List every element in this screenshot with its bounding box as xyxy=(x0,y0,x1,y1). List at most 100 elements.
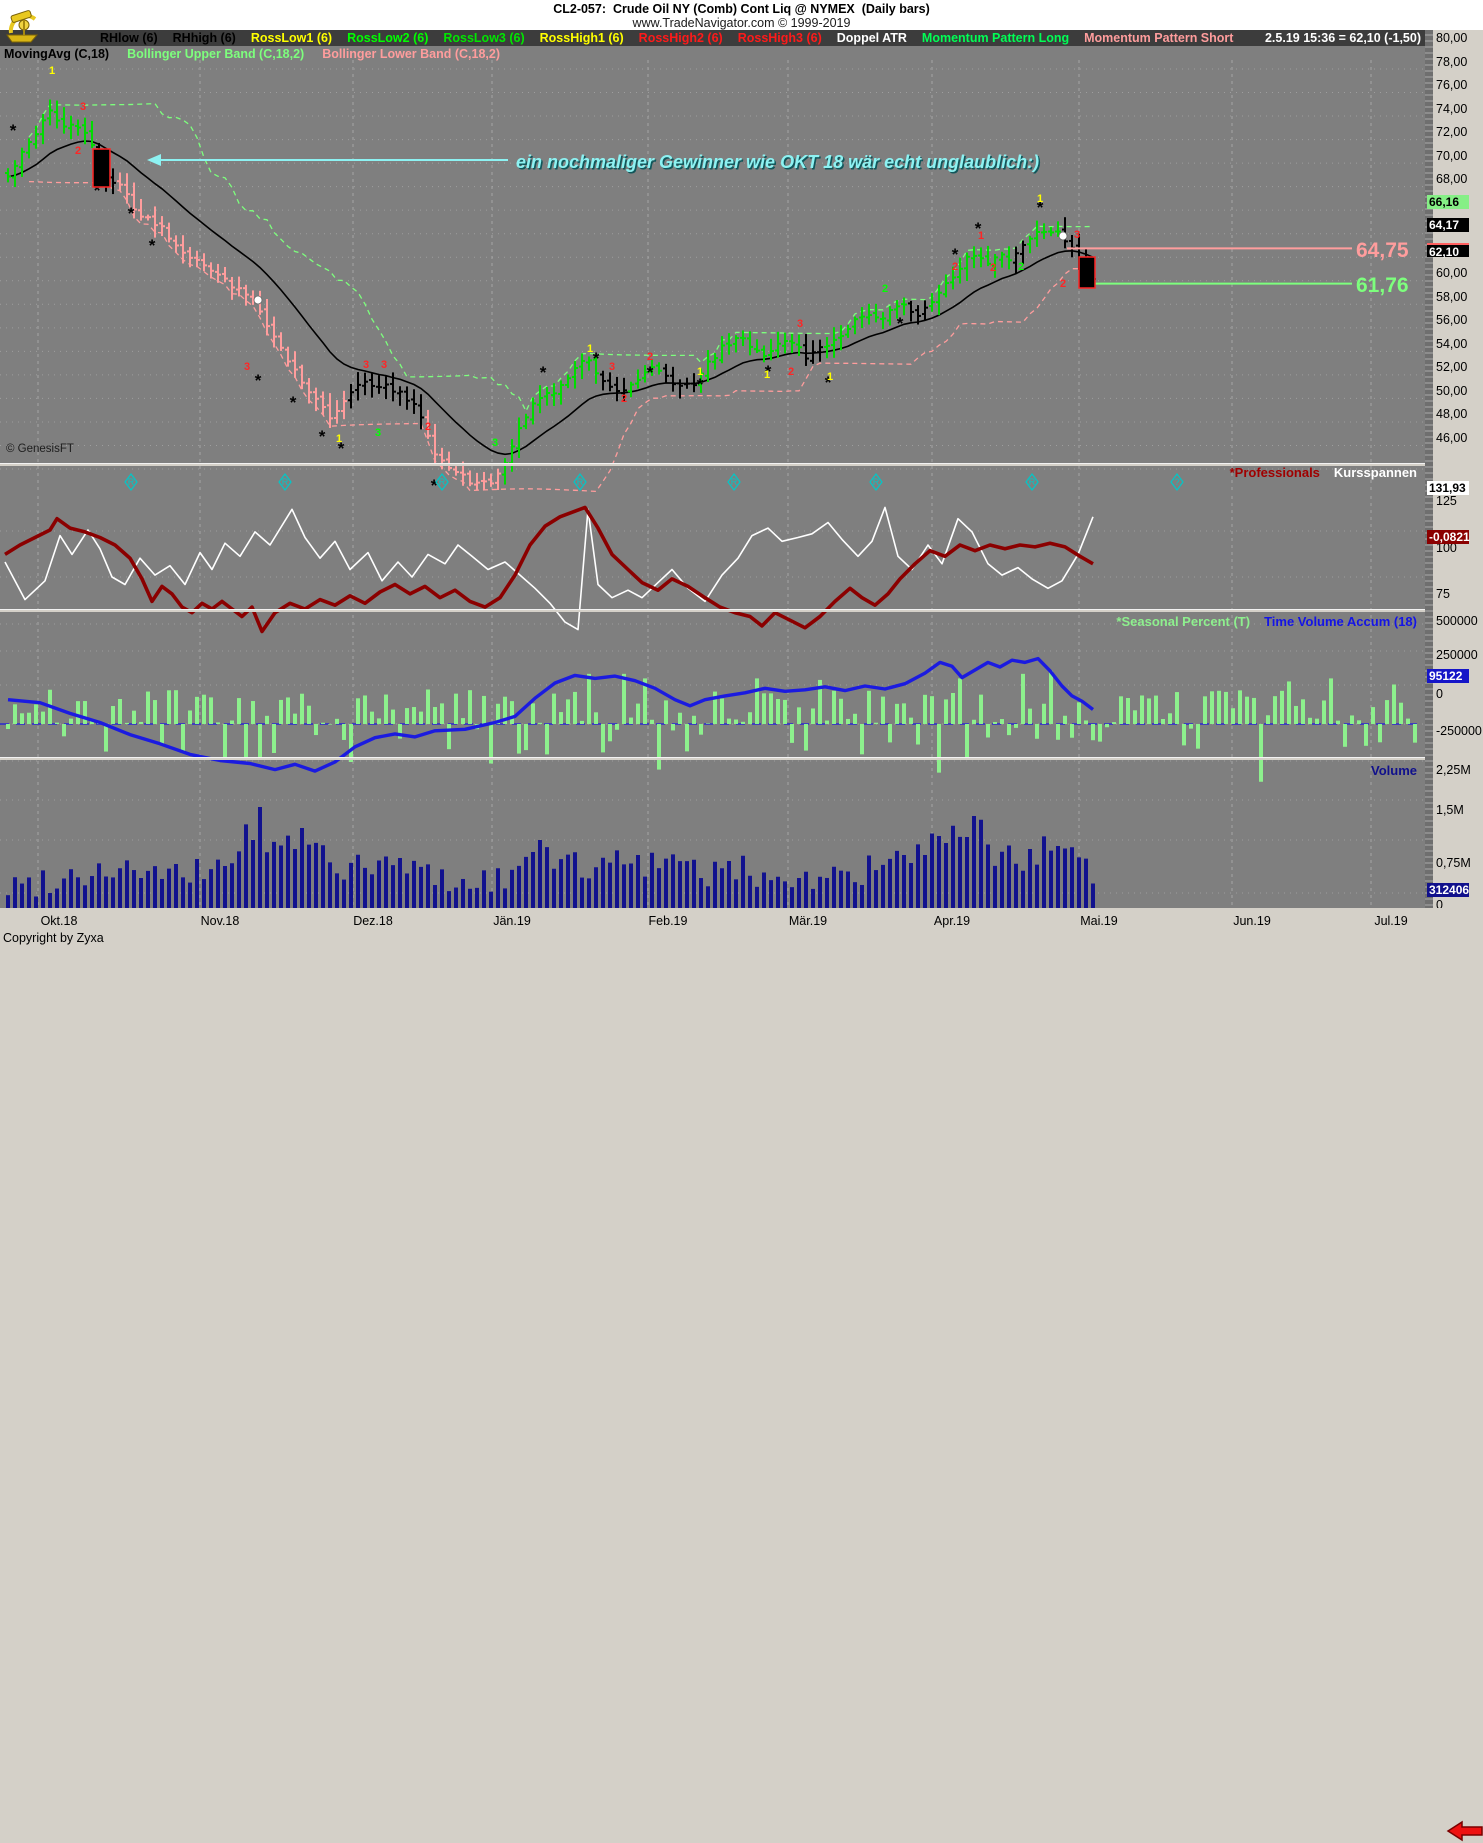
axis-tick-label: 75 xyxy=(1436,587,1450,601)
pattern-number-marker: 2 xyxy=(75,145,81,157)
axis-tick-label: 48,00 xyxy=(1436,407,1468,421)
last-value-badge: 312406 xyxy=(1427,883,1470,897)
axis-tick-label: 2,25M xyxy=(1436,763,1471,777)
pattern-number-marker: 2 xyxy=(990,262,996,274)
asterisk-marker: * xyxy=(149,236,156,255)
chart-area: 64,75 61,76 * * * * * * * * * * * * * * * * * * * 1 3 2 3 1 3 3 3 2 3 1… xyxy=(0,30,1425,938)
indicator-legend-row-2: MovingAvg (C,18) Bollinger Upper Band (C,… xyxy=(4,46,500,62)
legend-item-professionals[interactable]: *Professionals xyxy=(1230,465,1320,480)
legend1-item-10[interactable]: Momentum Pattern Short xyxy=(1084,31,1233,45)
legend1-item-6[interactable]: RossHigh2 (6) xyxy=(639,31,723,45)
pattern-number-marker: 3 xyxy=(363,359,369,371)
legend1-item-1[interactable]: RHhigh (6) xyxy=(173,31,236,45)
legend2-item-1[interactable]: Bollinger Upper Band (C,18,2) xyxy=(127,47,304,61)
axis-tick-label: 0 xyxy=(1436,687,1443,701)
x-axis-label: Jän.19 xyxy=(493,914,531,928)
legend1-item-2[interactable]: RossLow1 (6) xyxy=(251,31,332,45)
asterisk-marker: * xyxy=(255,371,262,390)
logo-icon xyxy=(6,10,39,43)
x-axis-label: Dez.18 xyxy=(353,914,393,928)
pattern-number-marker: 3 xyxy=(381,359,387,371)
axis-tick-label: 500000 xyxy=(1436,614,1478,628)
legend1-item-5[interactable]: RossHigh1 (6) xyxy=(540,31,624,45)
pattern-number-marker: 1 xyxy=(978,230,984,242)
pattern-number-marker: 1 xyxy=(336,433,342,445)
legend2-item-2[interactable]: Bollinger Lower Band (C,18,2) xyxy=(322,47,500,61)
panel3-legend: *Seasonal Percent (T) Time Volume Accum … xyxy=(1116,614,1417,629)
time-axis[interactable]: Copyright by Zyxa Okt.18 Nov.18 Dez.18 Jän.… xyxy=(0,908,1483,1842)
price-axis-tick-strip xyxy=(1425,30,1433,908)
axis-tick-label: 54,00 xyxy=(1436,337,1468,351)
axis-tick-label: 74,00 xyxy=(1436,102,1468,116)
legend-item-seasonal-percent[interactable]: *Seasonal Percent (T) xyxy=(1116,614,1250,629)
last-value-badge: 66,16 xyxy=(1427,195,1469,209)
pattern-number-marker: 3 xyxy=(492,437,498,449)
panel-separator xyxy=(0,757,1425,760)
diamond-marker-icon: R xyxy=(128,477,135,487)
axis-tick-label: 56,00 xyxy=(1436,313,1468,327)
axis-tick-label: 80,00 xyxy=(1436,31,1468,45)
asterisk-marker: * xyxy=(290,393,297,412)
legend-item-time-volume-accum[interactable]: Time Volume Accum (18) xyxy=(1264,614,1417,629)
last-value-badge: 64,17 xyxy=(1427,218,1469,232)
axis-tick-label: 70,00 xyxy=(1436,149,1468,163)
seasonal-panel[interactable] xyxy=(0,642,1425,787)
legend1-item-0[interactable]: RHlow (6) xyxy=(100,31,158,45)
axis-tick-label: 72,00 xyxy=(1436,125,1468,139)
axis-tick-label: 250000 xyxy=(1436,648,1478,662)
axis-tick-label: 46,00 xyxy=(1436,431,1468,445)
axis-tick-label: 76,00 xyxy=(1436,78,1468,92)
x-axis-label: Feb.19 xyxy=(648,914,688,928)
legend-item-volume[interactable]: Volume xyxy=(1371,763,1417,778)
axis-tick-label: 1,5M xyxy=(1436,803,1464,817)
legend1-item-3[interactable]: RossLow2 (6) xyxy=(347,31,428,45)
legend-item-kursspannen[interactable]: Kursspannen xyxy=(1334,465,1417,480)
last-value-badge: 62,10 xyxy=(1427,243,1469,259)
x-axis-label: Nov.18 xyxy=(200,914,240,928)
genesis-credit: © GenesisFT xyxy=(6,443,74,455)
asterisk-marker: * xyxy=(10,121,17,140)
axis-tick-label: 0,75M xyxy=(1436,856,1471,870)
last-value-badge: 95122 xyxy=(1427,669,1469,683)
pattern-number-marker: 1 xyxy=(827,371,833,383)
pattern-number-marker: 1 xyxy=(587,343,593,355)
x-axis-label: Jul.19 xyxy=(1374,914,1408,928)
x-axis-label: Jun.19 xyxy=(1233,914,1271,928)
pattern-number-marker: 2 xyxy=(882,283,888,295)
legend1-item-9[interactable]: Momentum Pattern Long xyxy=(922,31,1069,45)
legend1-item-4[interactable]: RossLow3 (6) xyxy=(443,31,524,45)
diamond-marker-icon: R xyxy=(731,477,738,487)
x-axis-label: Mär.19 xyxy=(788,914,828,928)
x-axis-label: Mai.19 xyxy=(1080,914,1118,928)
legend2-item-0[interactable]: MovingAvg (C,18) xyxy=(4,47,109,61)
legend1-item-8[interactable]: Doppel ATR xyxy=(837,31,907,45)
x-axis-label: Okt.18 xyxy=(40,914,78,928)
last-quote-readout: 2.5.19 15:36 = 62,10 (-1,50) xyxy=(1264,31,1421,45)
panel2-legend: *Professionals Kursspannen xyxy=(1230,465,1417,480)
pattern-number-marker: 2 xyxy=(647,351,653,363)
axis-tick-label: 68,00 xyxy=(1436,172,1468,186)
axis-tick-label: 78,00 xyxy=(1436,55,1468,69)
diamond-marker-icon: R xyxy=(873,477,880,487)
legend1-item-7[interactable]: RossHigh3 (6) xyxy=(738,31,822,45)
chart-header: CL2-057: Crude Oil NY (Comb) Cont Liq @ … xyxy=(0,0,1483,30)
pattern-number-marker: 1 xyxy=(49,65,55,77)
panel-separator xyxy=(0,609,1425,612)
indicator-legend-row-1: RHlow (6) RHhigh (6) RossLow1 (6) RossLow2 … xyxy=(0,30,1425,46)
pattern-number-marker: 1 xyxy=(697,366,703,378)
asterisk-marker: * xyxy=(897,314,904,333)
diamond-marker-icon: R xyxy=(282,477,289,487)
trade-navigator-window: CL2-057: Crude Oil NY (Comb) Cont Liq @ … xyxy=(0,0,1483,1842)
diamond-marker-icon: ? xyxy=(1174,477,1179,487)
diamond-marker-icon: R xyxy=(577,477,584,487)
scroll-left-arrow[interactable] xyxy=(1446,1819,1483,1843)
pattern-number-marker: 3 xyxy=(797,318,803,330)
axis-tick-label: 125 xyxy=(1436,494,1457,508)
page-title: CL2-057: Crude Oil NY (Comb) Cont Liq @ … xyxy=(553,2,930,16)
pattern-number-marker: 2 xyxy=(1018,261,1024,273)
asterisk-marker: * xyxy=(128,204,135,223)
pattern-number-marker: 3 xyxy=(80,101,86,113)
main-price-chart[interactable]: 64,7561,76*******************13231 33 3231… xyxy=(0,60,1425,493)
axis-tick-label: 50,00 xyxy=(1436,384,1468,398)
price-axis[interactable]: 80,0078,0076,0074,0072,0070,0068,0066,00… xyxy=(1427,30,1483,912)
